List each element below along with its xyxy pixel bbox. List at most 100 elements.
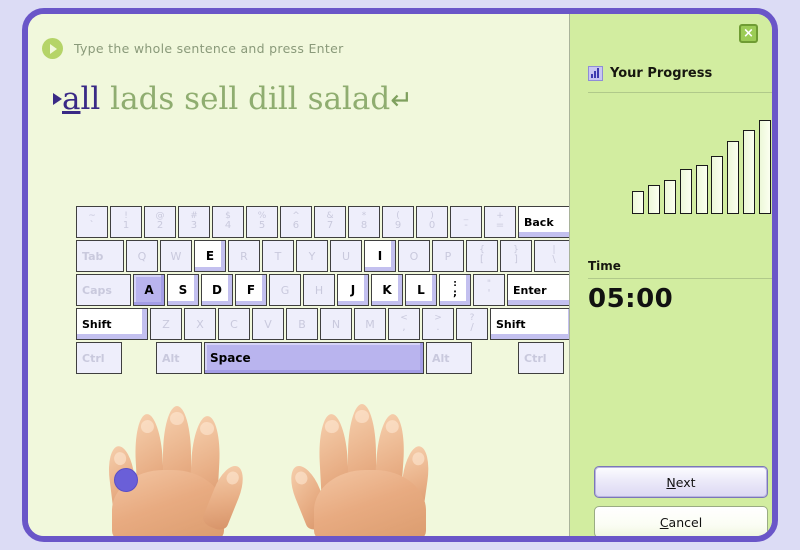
lesson-panel: Type the whole sentence and press Enter … (28, 14, 582, 536)
key-6[interactable]: ^ 6 (280, 206, 312, 238)
key-x[interactable]: X (184, 308, 216, 340)
key-slash[interactable]: ? / (456, 308, 488, 340)
key-5[interactable]: % 5 (246, 206, 278, 238)
key-e[interactable]: E (194, 240, 226, 272)
key-legend: I (377, 249, 383, 263)
key-shift-right[interactable]: Shift (490, 308, 574, 340)
key-j[interactable]: J (337, 274, 369, 306)
key-s[interactable]: S (167, 274, 199, 306)
key-legend: {[ (479, 245, 485, 266)
key-r[interactable]: R (228, 240, 260, 272)
key-bracketleft[interactable]: {[ (466, 240, 498, 272)
time-rule (588, 278, 772, 279)
key-backquote[interactable]: ~ ` (76, 206, 108, 238)
close-icon[interactable]: × (739, 24, 758, 43)
key-legend: Q (137, 249, 147, 263)
key-legend: U (341, 249, 351, 263)
key-bracketright[interactable]: }] (500, 240, 532, 272)
key-legend: Enter (513, 283, 547, 297)
key-d[interactable]: D (201, 274, 233, 306)
key-alt-right[interactable]: Alt (426, 342, 472, 374)
key-w[interactable]: W (160, 240, 192, 272)
key-tab[interactable]: Tab (76, 240, 124, 272)
shift-row: Shift Z X C V B N M <, >. ? / Shift (76, 308, 584, 340)
key-legend: Z (162, 317, 170, 331)
key-h[interactable]: H (303, 274, 335, 306)
key-3[interactable]: #3 (178, 206, 210, 238)
key-y[interactable]: Y (296, 240, 328, 272)
key-f[interactable]: F (235, 274, 267, 306)
instruction-row: Type the whole sentence and press Enter (42, 38, 344, 59)
key-legend: % 5 (257, 211, 267, 232)
key-legend: Caps (82, 283, 112, 297)
progress-bar (648, 185, 660, 214)
finger-position-marker (114, 468, 138, 492)
key-a[interactable]: A (133, 274, 165, 306)
key-l[interactable]: L (405, 274, 437, 306)
typed-rest: ll (80, 81, 101, 117)
progress-bar (727, 141, 739, 214)
key-2[interactable]: @2 (144, 206, 176, 238)
key-capslock[interactable]: Caps (76, 274, 131, 306)
key-legend: Shift (82, 317, 112, 331)
key-legend: X (196, 317, 204, 331)
key-ctrl-left[interactable]: Ctrl (76, 342, 122, 374)
key-minus[interactable]: _ - (450, 206, 482, 238)
key-0[interactable]: ) 0 (416, 206, 448, 238)
key-legend: ^ 6 (292, 211, 300, 232)
key-legend: }] (513, 245, 519, 266)
key-legend: Space (210, 351, 251, 365)
key-k[interactable]: K (371, 274, 403, 306)
key-legend: " ' (486, 279, 492, 300)
key-1[interactable]: ! 1 (110, 206, 142, 238)
virtual-keyboard[interactable]: ~ ` ! 1 @2 #3 $4 % 5 ^ 6 & 7 * 8 (9) 0 _ - + = Back Tab Q W E R T Y U… (76, 206, 584, 376)
key-period[interactable]: >. (422, 308, 454, 340)
remaining-text: lads sell dill salad (100, 81, 391, 117)
key-8[interactable]: * 8 (348, 206, 380, 238)
key-legend: | \ (552, 245, 556, 266)
key-g[interactable]: G (269, 274, 301, 306)
key-backslash[interactable]: | \ (534, 240, 574, 272)
key-legend: :; (453, 279, 457, 300)
key-p[interactable]: P (432, 240, 464, 272)
right-palm (314, 470, 426, 536)
cancel-button[interactable]: Cancel (594, 506, 768, 536)
key-legend: N (331, 317, 341, 331)
key-o[interactable]: O (398, 240, 430, 272)
key-z[interactable]: Z (150, 308, 182, 340)
key-legend: Back (524, 215, 554, 229)
key-n[interactable]: N (320, 308, 352, 340)
key-shift-left[interactable]: Shift (76, 308, 148, 340)
cancel-accel: C (659, 514, 669, 530)
key-alt-left[interactable]: Alt (156, 342, 202, 374)
home-row: Caps A S D F G H J K L:; " ' Enter (76, 274, 584, 306)
key-legend: $4 (224, 211, 232, 232)
key-v[interactable]: V (252, 308, 284, 340)
time-label: Time (588, 259, 621, 273)
qwerty-row: Tab Q W E R T Y U I O P {[}] | \ (76, 240, 584, 272)
number-row: ~ ` ! 1 @2 #3 $4 % 5 ^ 6 & 7 * 8 (9) 0 _ - + = Back (76, 206, 584, 238)
key-quote[interactable]: " ' (473, 274, 505, 306)
key-legend: Shift (496, 317, 526, 331)
key-m[interactable]: M (354, 308, 386, 340)
key-legend: T (274, 249, 282, 263)
key-q[interactable]: Q (126, 240, 158, 272)
next-button[interactable]: Next (594, 466, 768, 498)
cancel-rest: ancel (668, 514, 703, 530)
key-ctrl-right[interactable]: Ctrl (518, 342, 564, 374)
time-value: 05:00 (588, 284, 674, 314)
key-space[interactable]: Space (204, 342, 424, 374)
key-4[interactable]: $4 (212, 206, 244, 238)
key-legend: K (382, 283, 392, 297)
key-equal[interactable]: + = (484, 206, 516, 238)
key-c[interactable]: C (218, 308, 250, 340)
key-7[interactable]: & 7 (314, 206, 346, 238)
key-comma[interactable]: <, (388, 308, 420, 340)
key-b[interactable]: B (286, 308, 318, 340)
key-9[interactable]: (9 (382, 206, 414, 238)
key-t[interactable]: T (262, 240, 294, 272)
key-semicolon[interactable]: :; (439, 274, 471, 306)
key-i[interactable]: I (364, 240, 396, 272)
key-u[interactable]: U (330, 240, 362, 272)
stats-panel: × Your Progress Time 05:00 Next Cancel (570, 14, 772, 536)
